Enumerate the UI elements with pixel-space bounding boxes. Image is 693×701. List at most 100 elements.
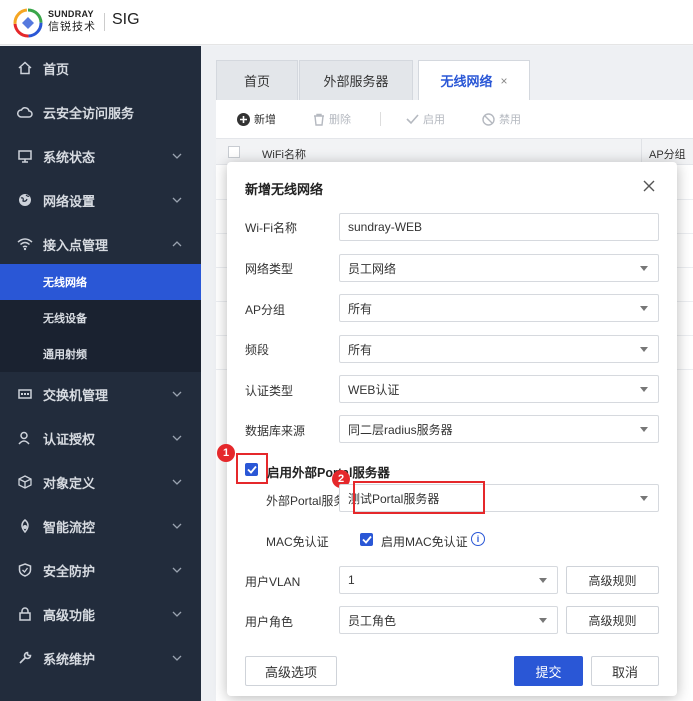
sidebar-item-object-definition[interactable]: 对象定义 bbox=[0, 460, 201, 504]
chevron-down-icon bbox=[172, 567, 182, 573]
tab-external-servers[interactable]: 外部服务器 bbox=[299, 60, 413, 100]
mac-exempt-checkbox[interactable] bbox=[360, 533, 373, 546]
wifi-name-input[interactable]: sundray-WEB bbox=[339, 213, 659, 241]
button-label: 取消 bbox=[611, 664, 638, 680]
sidebar-subitem-label: 无线设备 bbox=[43, 313, 87, 325]
ap-group-select[interactable]: 所有 bbox=[339, 294, 659, 322]
delete-label: 删除 bbox=[329, 114, 351, 126]
sidebar-item-ap-management[interactable]: 接入点管理 bbox=[0, 222, 201, 266]
home-icon bbox=[17, 60, 33, 76]
role-advanced-rules-button[interactable]: 高级规则 bbox=[566, 606, 659, 634]
sidebar-subitem-label: 通用射频 bbox=[43, 349, 87, 361]
disable-button[interactable]: 禁用 bbox=[482, 111, 521, 127]
button-label: 高级选项 bbox=[264, 664, 317, 680]
dropdown-caret-icon bbox=[539, 578, 547, 583]
top-bar: SUNDRAY 信锐技术 SIG bbox=[0, 0, 693, 45]
annotation-badge-1: 1 bbox=[217, 444, 235, 462]
sidebar-subitem-wireless-network[interactable]: 无线网络 bbox=[0, 264, 201, 300]
enable-button[interactable]: 启用 bbox=[406, 111, 445, 127]
sidebar-item-label: 智能流控 bbox=[43, 519, 96, 535]
switch-icon bbox=[17, 386, 33, 402]
table-header: WiFi名称 AP分组 bbox=[216, 138, 693, 165]
info-icon[interactable]: i bbox=[471, 532, 485, 546]
cancel-button[interactable]: 取消 bbox=[591, 656, 659, 686]
monitor-icon bbox=[17, 148, 33, 164]
enable-portal-checkbox[interactable] bbox=[245, 463, 258, 476]
chevron-down-icon bbox=[172, 523, 182, 529]
flow-icon bbox=[17, 518, 33, 534]
close-icon[interactable] bbox=[642, 179, 656, 193]
sidebar-item-label: 接入点管理 bbox=[43, 237, 109, 253]
tab-label: 首页 bbox=[243, 74, 270, 89]
dropdown-caret-icon bbox=[640, 387, 648, 392]
tab-label: 外部服务器 bbox=[323, 74, 389, 89]
plus-circle-icon bbox=[237, 112, 250, 126]
dropdown-caret-icon bbox=[640, 347, 648, 352]
sidebar-item-label: 网络设置 bbox=[43, 193, 96, 209]
sidebar: 首页 云安全访问服务 系统状态 网络设置 接入点管理 无线网络 无线设备 通用射… bbox=[0, 46, 201, 701]
db-source-value: 同二层radius服务器 bbox=[348, 422, 453, 437]
ban-icon bbox=[482, 112, 495, 126]
delete-button[interactable]: 删除 bbox=[313, 111, 351, 127]
vlan-advanced-rules-button[interactable]: 高级规则 bbox=[566, 566, 659, 594]
brand-name: SUNDRAY 信锐技术 bbox=[48, 10, 96, 33]
user-role-select[interactable]: 员工角色 bbox=[339, 606, 558, 634]
chevron-down-icon bbox=[172, 153, 182, 159]
band-value: 所有 bbox=[348, 342, 373, 357]
sidebar-item-system-status[interactable]: 系统状态 bbox=[0, 134, 201, 178]
wifi-name-value: sundray-WEB bbox=[348, 220, 423, 234]
sidebar-item-security[interactable]: 安全防护 bbox=[0, 548, 201, 592]
dialog-title: 新增无线网络 bbox=[245, 182, 324, 197]
chevron-down-icon bbox=[172, 435, 182, 441]
check-icon bbox=[406, 114, 419, 125]
network-type-select[interactable]: 员工网络 bbox=[339, 254, 659, 282]
mac-exempt-enable-label: 启用MAC免认证 bbox=[381, 535, 468, 549]
user-vlan-select[interactable]: 1 bbox=[339, 566, 558, 594]
wifi-icon bbox=[17, 236, 33, 252]
dropdown-caret-icon bbox=[640, 427, 648, 432]
sidebar-item-flow-control[interactable]: 智能流控 bbox=[0, 504, 201, 548]
column-header-wifi-name[interactable]: WiFi名称 bbox=[262, 146, 306, 162]
dropdown-caret-icon bbox=[640, 496, 648, 501]
close-tab-icon[interactable]: × bbox=[501, 74, 508, 88]
chevron-down-icon bbox=[172, 611, 182, 617]
auth-type-select[interactable]: WEB认证 bbox=[339, 375, 659, 403]
network-type-label: 网络类型 bbox=[245, 262, 294, 276]
sidebar-item-label: 系统状态 bbox=[43, 149, 96, 165]
cloud-icon bbox=[17, 104, 33, 120]
sidebar-item-label: 系统维护 bbox=[43, 651, 96, 667]
sidebar-item-label: 认证授权 bbox=[43, 431, 96, 447]
user-role-label: 用户角色 bbox=[245, 615, 294, 629]
sidebar-item-switch-management[interactable]: 交换机管理 bbox=[0, 372, 201, 416]
sidebar-item-label: 云安全访问服务 bbox=[43, 105, 135, 121]
tab-label: 无线网络 bbox=[440, 74, 493, 89]
sidebar-item-auth[interactable]: 认证授权 bbox=[0, 416, 201, 460]
advanced-options-button[interactable]: 高级选项 bbox=[245, 656, 337, 686]
sidebar-item-maintenance[interactable]: 系统维护 bbox=[0, 636, 201, 680]
sidebar-subitem-general-rf[interactable]: 通用射频 bbox=[0, 336, 201, 372]
add-label: 新增 bbox=[254, 114, 276, 126]
sidebar-item-cloud-access[interactable]: 云安全访问服务 bbox=[0, 90, 201, 134]
select-all-checkbox[interactable] bbox=[228, 146, 240, 158]
column-header-ap-group[interactable]: AP分组 bbox=[649, 146, 686, 162]
checkmark-icon bbox=[361, 535, 372, 544]
band-select[interactable]: 所有 bbox=[339, 335, 659, 363]
toolbar-divider bbox=[380, 112, 381, 126]
chevron-down-icon bbox=[172, 479, 182, 485]
sidebar-subitem-wireless-devices[interactable]: 无线设备 bbox=[0, 300, 201, 336]
cube-icon bbox=[17, 474, 33, 490]
sidebar-item-advanced[interactable]: 高级功能 bbox=[0, 592, 201, 636]
product-name: SIG bbox=[112, 11, 140, 28]
sidebar-item-home[interactable]: 首页 bbox=[0, 46, 201, 90]
submit-button[interactable]: 提交 bbox=[514, 656, 583, 686]
tab-wireless-network[interactable]: 无线网络 × bbox=[418, 60, 530, 100]
db-source-select[interactable]: 同二层radius服务器 bbox=[339, 415, 659, 443]
add-button[interactable]: 新增 bbox=[237, 111, 276, 127]
checkmark-icon bbox=[246, 465, 257, 474]
tab-home[interactable]: 首页 bbox=[216, 60, 298, 100]
sidebar-item-label: 高级功能 bbox=[43, 607, 96, 623]
lock-icon bbox=[17, 606, 33, 622]
chevron-up-icon bbox=[172, 241, 182, 247]
sidebar-item-network-settings[interactable]: 网络设置 bbox=[0, 178, 201, 222]
user-icon bbox=[17, 430, 33, 446]
